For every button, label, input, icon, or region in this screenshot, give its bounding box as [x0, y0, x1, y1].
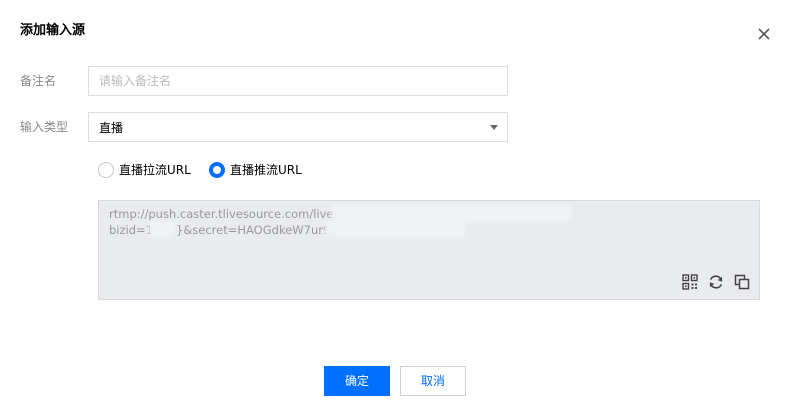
close-icon[interactable]: [753, 23, 775, 45]
redacted-area: [149, 221, 175, 237]
radio-pull-url-label: 直播拉流URL: [119, 163, 191, 177]
input-type-select[interactable]: 直播: [88, 112, 508, 142]
push-url-box[interactable]: rtmp://push.caster.tlivesource.com/live/…: [98, 200, 760, 300]
push-url-line1: rtmp://push.caster.tlivesource.com/live/…: [109, 207, 345, 221]
radio-push-url[interactable]: 直播推流URL: [209, 162, 309, 178]
copy-icon[interactable]: [734, 274, 750, 290]
remark-input[interactable]: [88, 66, 508, 96]
redacted-area: [325, 221, 465, 237]
caret-down-icon: [490, 125, 498, 130]
cancel-button[interactable]: 取消: [400, 366, 466, 396]
push-url-line2-start: bizid=1: [109, 223, 153, 237]
radio-pull-url[interactable]: 直播拉流URL: [98, 162, 198, 178]
push-url-line2-rest: }&secret=HAOGdkeW7ur9E: [176, 223, 338, 237]
radio-pull-url-circle: [98, 162, 114, 178]
refresh-icon[interactable]: [708, 274, 724, 290]
remark-label: 备注名: [20, 74, 57, 88]
dialog-title: 添加输入源: [20, 23, 86, 38]
redacted-area: [331, 204, 571, 221]
input-type-value: 直播: [99, 121, 124, 135]
add-input-source-dialog: 添加输入源 备注名 输入类型 直播 直播拉流URL 直播推流URL rtmp:/…: [0, 0, 792, 416]
input-type-label: 输入类型: [20, 120, 69, 134]
radio-push-url-circle: [209, 162, 225, 178]
radio-push-url-label: 直播推流URL: [230, 163, 302, 177]
qrcode-icon[interactable]: [682, 274, 698, 290]
confirm-button[interactable]: 确定: [324, 366, 390, 396]
